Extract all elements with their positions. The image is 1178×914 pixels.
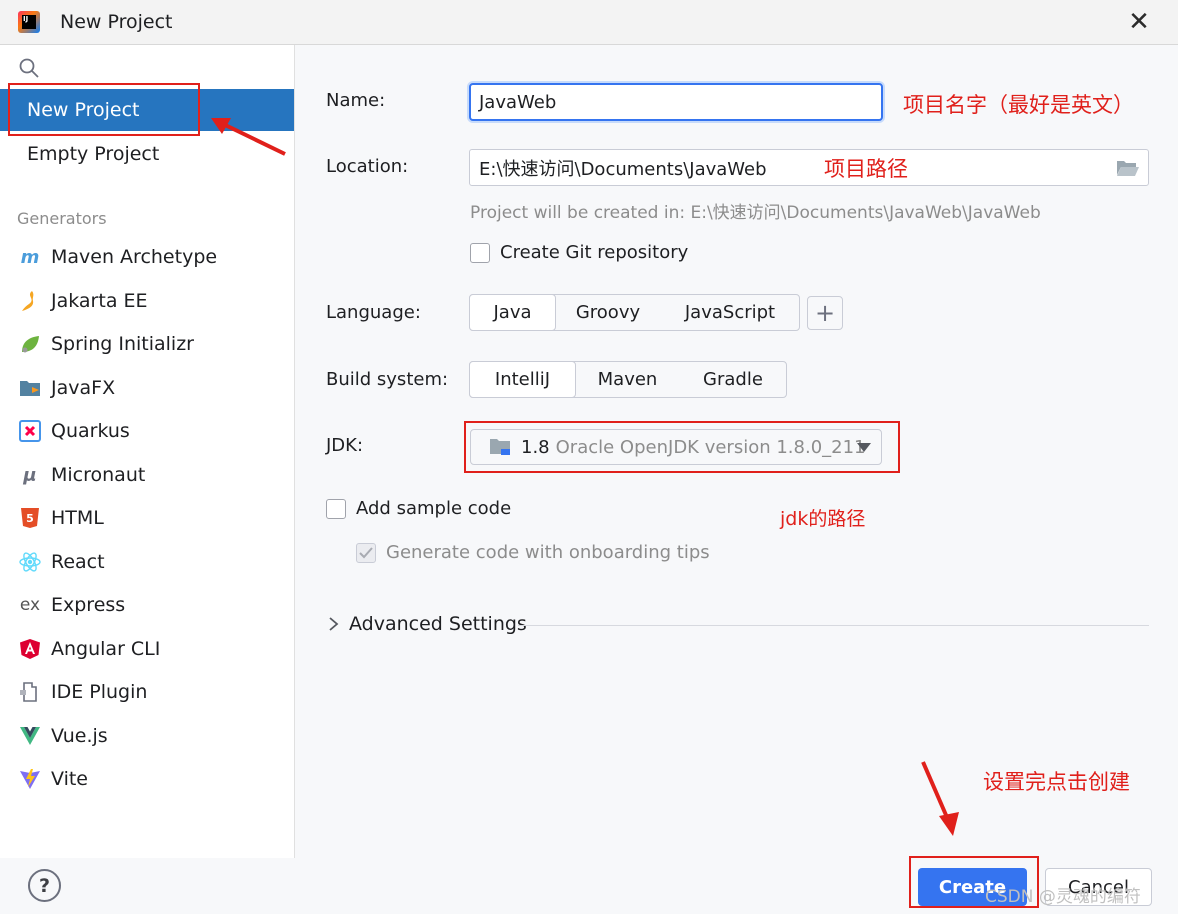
generator-express[interactable]: ex Express (0, 585, 294, 625)
location-label: Location: (326, 156, 409, 177)
generator-ide-plugin[interactable]: IDE Plugin (0, 672, 294, 712)
svg-text:5: 5 (26, 512, 34, 525)
location-hint: Project will be created in: E:\快速访问\Docu… (470, 203, 1041, 223)
generator-jakarta-ee[interactable]: Jakarta EE (0, 281, 294, 321)
vite-icon (18, 767, 42, 791)
generator-label: Jakarta EE (51, 290, 148, 312)
search-icon[interactable] (18, 57, 40, 79)
jdk-label: JDK: (326, 435, 364, 456)
generator-vuejs[interactable]: Vue.js (0, 716, 294, 756)
angular-icon (18, 637, 42, 661)
spring-icon (18, 332, 42, 356)
generator-label: Angular CLI (51, 638, 161, 660)
quarkus-icon (18, 419, 42, 443)
advanced-settings-toggle[interactable]: Advanced Settings (327, 613, 527, 635)
annotation-jdk-note: jdk的路径 (780, 508, 866, 530)
intellij-logo-icon: IJ (18, 11, 40, 33)
generator-angular-cli[interactable]: Angular CLI (0, 629, 294, 669)
language-selector: Java Groovy JavaScript (469, 294, 800, 331)
generators-header: Generators (17, 209, 107, 228)
generator-label: HTML (51, 507, 104, 529)
build-system-label: Build system: (326, 369, 449, 390)
sidebar: New Project Empty Project Generators m M… (0, 45, 295, 858)
location-input[interactable]: E:\快速访问\Documents\JavaWeb (469, 149, 1149, 186)
watermark: CSDN @灵魂的编符 (985, 887, 1141, 907)
generator-label: IDE Plugin (51, 681, 148, 703)
annotation-arrow-new-project (211, 118, 286, 156)
annotation-jdk-box (464, 421, 900, 473)
generator-html[interactable]: 5 HTML (0, 498, 294, 538)
generator-react[interactable]: React (0, 542, 294, 582)
annotation-arrow-create (921, 761, 959, 836)
generator-quarkus[interactable]: Quarkus (0, 411, 294, 451)
add-sample-code-label: Add sample code (356, 498, 512, 519)
help-button[interactable]: ? (28, 869, 61, 902)
add-language-button[interactable]: + (807, 296, 843, 330)
build-option-gradle[interactable]: Gradle (680, 362, 786, 397)
javafx-icon (18, 376, 42, 400)
generator-javafx[interactable]: JavaFX (0, 368, 294, 408)
add-sample-code-checkbox[interactable] (326, 499, 346, 519)
name-label: Name: (326, 90, 386, 111)
express-icon: ex (19, 595, 41, 615)
react-icon (18, 550, 42, 574)
generator-label: Vue.js (51, 725, 108, 747)
generator-label: Vite (51, 768, 88, 790)
language-option-groovy[interactable]: Groovy (555, 295, 661, 330)
html5-icon: 5 (18, 506, 42, 530)
build-option-intellij[interactable]: IntelliJ (469, 361, 576, 398)
generator-label: Spring Initializr (51, 333, 194, 355)
build-option-maven[interactable]: Maven (575, 362, 680, 397)
generator-vite[interactable]: Vite (0, 759, 294, 799)
jakarta-ee-icon (18, 289, 42, 313)
advanced-divider (518, 625, 1149, 626)
close-button[interactable]: ✕ (1126, 8, 1152, 36)
generator-label: Quarkus (51, 420, 130, 442)
annotation-location-note: 项目路径 (824, 157, 908, 181)
language-label: Language: (326, 302, 421, 323)
build-system-selector: IntelliJ Maven Gradle (469, 361, 787, 398)
plus-icon: + (814, 299, 836, 327)
maven-icon: m (20, 246, 40, 268)
generator-micronaut[interactable]: μ Micronaut (0, 455, 294, 495)
location-value: E:\快速访问\Documents\JavaWeb (479, 158, 767, 180)
check-icon (359, 547, 373, 559)
micronaut-icon: μ (23, 464, 37, 486)
annotation-name-note: 项目名字（最好是英文） (903, 93, 1134, 117)
generator-label: React (51, 551, 105, 573)
generator-label: Express (51, 594, 126, 616)
window-title: New Project (60, 11, 173, 33)
language-option-java[interactable]: Java (469, 294, 556, 331)
advanced-settings-label: Advanced Settings (349, 613, 527, 635)
onboarding-tips-label: Generate code with onboarding tips (386, 542, 710, 563)
language-option-javascript[interactable]: JavaScript (661, 295, 799, 330)
title-bar: IJ New Project ✕ (0, 0, 1178, 45)
generator-spring-initializr[interactable]: Spring Initializr (0, 324, 294, 364)
annotation-create-note: 设置完点击创建 (983, 770, 1130, 794)
create-git-label: Create Git repository (500, 242, 689, 263)
create-git-checkbox[interactable] (470, 243, 490, 263)
name-input[interactable]: JavaWeb (469, 83, 883, 121)
generator-label: Maven Archetype (51, 246, 218, 268)
generator-label: JavaFX (51, 377, 116, 399)
generator-label: Micronaut (51, 464, 146, 486)
chevron-right-icon (329, 617, 339, 631)
plugin-icon (18, 680, 42, 704)
annotation-new-project-box (8, 83, 200, 136)
onboarding-tips-checkbox (356, 543, 376, 563)
generator-maven-archetype[interactable]: m Maven Archetype (0, 237, 294, 277)
folder-open-icon[interactable] (1116, 159, 1140, 177)
vue-icon (18, 724, 42, 748)
